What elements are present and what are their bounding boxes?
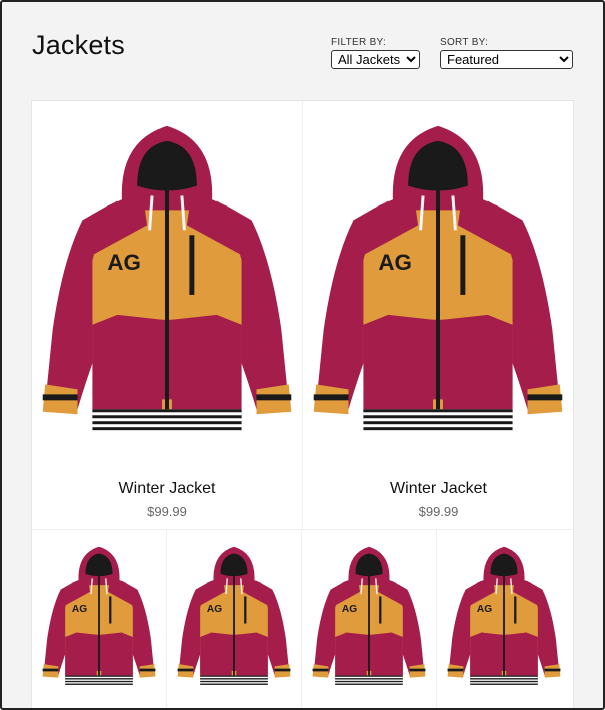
page-title: Jackets [32, 30, 125, 60]
product-name[interactable]: Winter Jacket [32, 480, 302, 498]
left-cuff-stripe [312, 668, 329, 672]
brand-logo: AG [207, 604, 222, 615]
chest-pocket-zipper [379, 596, 382, 624]
hem-stripe [363, 421, 513, 425]
hem-stripe [200, 683, 268, 685]
product-card[interactable]: AG Winter Jacket $99.99 [303, 101, 573, 529]
chest-pocket-zipper [244, 596, 247, 624]
product-card[interactable]: AG [302, 530, 437, 709]
hem-stripe [470, 675, 538, 677]
hem-stripe [200, 675, 268, 677]
chest-pocket-zipper [514, 596, 517, 624]
jacket-image[interactable]: AG [447, 540, 561, 698]
right-cuff-stripe [256, 394, 292, 401]
sort-select[interactable]: Featured [440, 50, 573, 69]
filter-label: FILTER BY: [331, 37, 387, 48]
product-card[interactable]: AG [167, 530, 302, 709]
product-grid: AG Winter Jacket $99.99 AG Winter Jacket… [31, 100, 574, 710]
hem-stripe [92, 415, 242, 419]
jacket-image[interactable]: AG [177, 540, 291, 698]
hem-stripe [470, 680, 538, 683]
left-cuff-stripe [42, 394, 78, 401]
left-cuff-stripe [177, 668, 194, 672]
hem-stripe [470, 683, 538, 685]
hem-stripe [335, 680, 403, 683]
hem-stripe [65, 678, 133, 680]
hem-stripe [200, 680, 268, 683]
jacket-image[interactable]: AG [42, 540, 156, 698]
chest-pocket-zipper [460, 235, 466, 295]
product-name[interactable]: Winter Jacket [303, 480, 573, 498]
hem-stripe [65, 683, 133, 685]
jacket-image[interactable]: AG [312, 540, 426, 698]
filter-select[interactable]: All Jackets [331, 50, 420, 69]
chest-pocket-zipper [109, 596, 112, 624]
hem-stripe [92, 409, 242, 413]
left-cuff-stripe [313, 394, 349, 401]
product-card[interactable]: AG [32, 530, 167, 709]
left-cuff-stripe [447, 668, 464, 672]
hem-stripe [335, 675, 403, 677]
hem-stripe [92, 427, 242, 431]
jacket-image[interactable]: AG [313, 111, 563, 459]
hem-stripe [363, 427, 513, 431]
right-cuff-stripe [527, 394, 563, 401]
sort-control: SORT BY: Featured [440, 37, 573, 69]
hem-stripe [92, 421, 242, 425]
hem-stripe [200, 678, 268, 680]
hem-stripe [363, 409, 513, 413]
product-price: $99.99 [418, 504, 459, 519]
jacket-image[interactable]: AG [42, 111, 292, 459]
brand-logo: AG [107, 250, 141, 275]
chest-pocket-zipper [189, 235, 195, 295]
product-card[interactable]: AG [437, 530, 572, 709]
right-cuff-stripe [409, 668, 426, 672]
brand-logo: AG [72, 604, 87, 615]
hem-stripe [470, 678, 538, 680]
product-price: $99.99 [147, 504, 187, 519]
right-cuff-stripe [274, 668, 291, 672]
hem-stripe [335, 678, 403, 680]
brand-logo: AG [378, 250, 412, 275]
right-cuff-stripe [139, 668, 156, 672]
hem-stripe [65, 675, 133, 677]
hem-stripe [65, 680, 133, 683]
brand-logo: AG [477, 604, 492, 615]
brand-logo: AG [342, 604, 357, 615]
filter-control: FILTER BY: All Jackets [331, 37, 420, 69]
product-card[interactable]: AG Winter Jacket $99.99 [32, 101, 303, 529]
right-cuff-stripe [544, 668, 561, 672]
hem-stripe [363, 415, 513, 419]
hem-stripe [335, 683, 403, 685]
sort-label: SORT BY: [440, 37, 489, 48]
left-cuff-stripe [42, 668, 59, 672]
